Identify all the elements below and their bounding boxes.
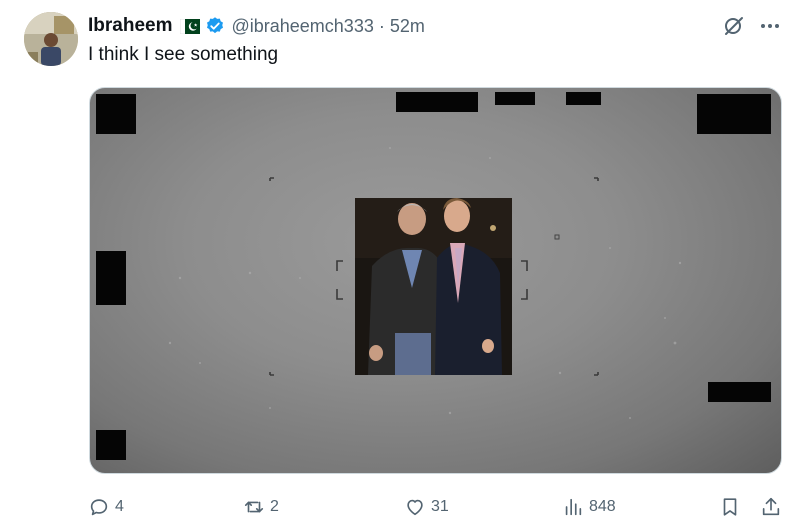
timestamp[interactable]: 52m	[390, 16, 425, 37]
grok-icon[interactable]	[722, 14, 746, 38]
reply-button[interactable]: 4	[88, 492, 124, 522]
like-count: 31	[431, 498, 449, 515]
user-handle[interactable]: @ibraheemch333	[231, 16, 373, 37]
post-image[interactable]	[89, 87, 782, 474]
repost-icon	[243, 496, 265, 518]
share-button[interactable]	[760, 492, 782, 522]
avatar[interactable]	[24, 12, 78, 66]
inset-photo	[355, 198, 512, 375]
image-content	[96, 92, 771, 460]
bookmark-button[interactable]	[719, 492, 741, 522]
bookmark-icon	[719, 496, 741, 518]
repost-count: 2	[270, 498, 279, 515]
reply-count: 4	[115, 498, 124, 515]
heart-icon	[404, 496, 426, 518]
share-icon	[760, 496, 782, 518]
analytics-icon	[562, 496, 584, 518]
views-button[interactable]: 848	[562, 492, 616, 522]
repost-button[interactable]: 2	[243, 492, 279, 522]
tweet[interactable]: Ibraheem @ibraheemch333 · 52m I think I …	[0, 0, 800, 531]
tweet-text: I think I see something	[88, 44, 279, 65]
like-button[interactable]: 31	[404, 492, 449, 522]
post-header: Ibraheem @ibraheemch333 · 52m	[88, 14, 425, 38]
view-count: 848	[589, 498, 616, 515]
verified-badge-icon	[205, 16, 225, 36]
pakistan-flag-icon	[180, 18, 201, 34]
separator-dot: ·	[378, 15, 385, 36]
reply-icon	[88, 496, 110, 518]
more-options-icon[interactable]	[758, 14, 782, 38]
action-bar: 4 2 31 848	[0, 492, 800, 522]
display-name[interactable]: Ibraheem	[88, 15, 172, 37]
